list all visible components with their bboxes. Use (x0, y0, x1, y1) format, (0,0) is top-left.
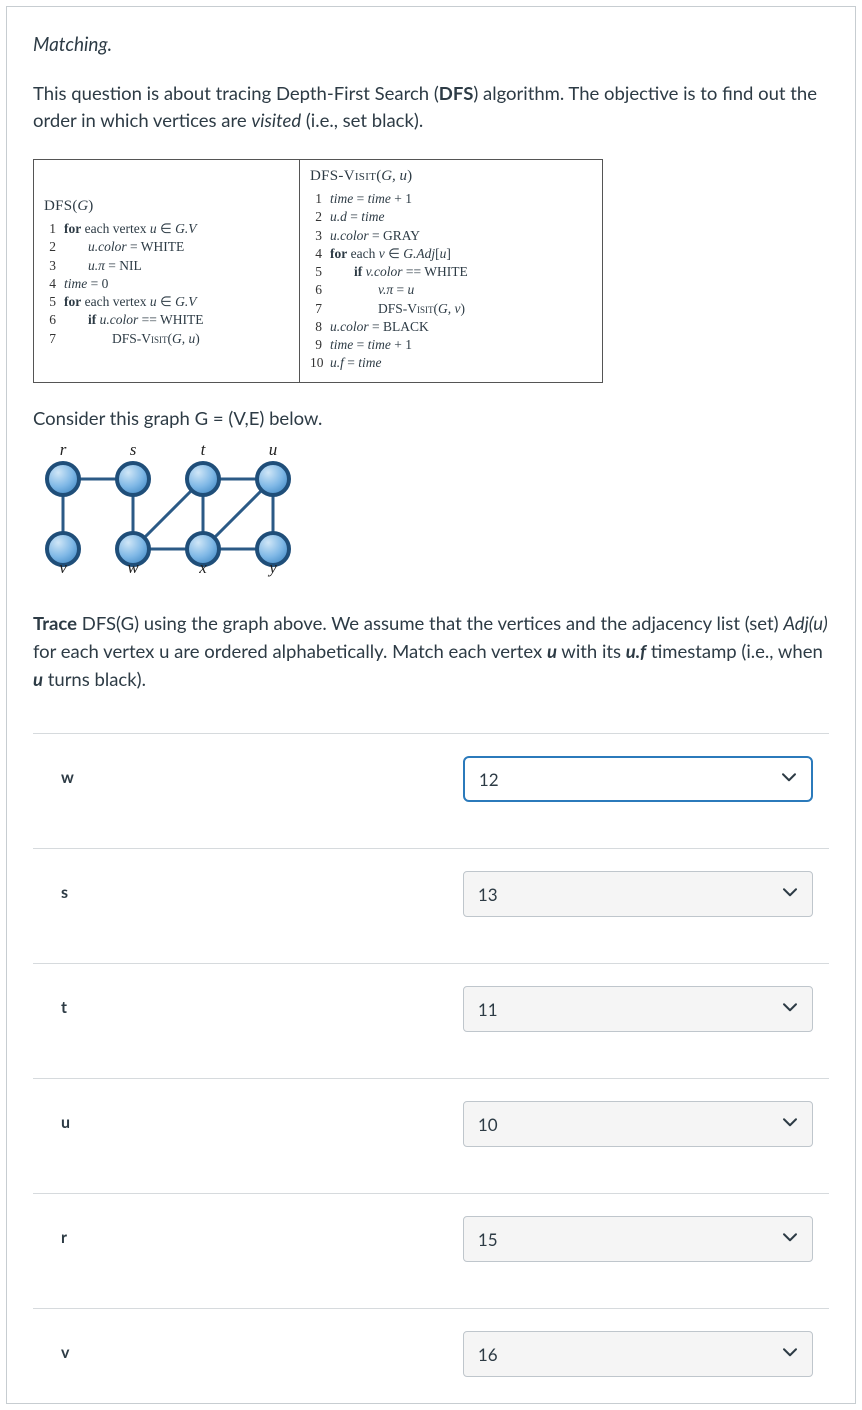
chevron-down-icon (782, 1342, 798, 1368)
match-row: r 15 (33, 1193, 829, 1308)
pseudocode-line: 3u.π = NIL (44, 257, 289, 275)
pseudocode-line: 4time = 0 (44, 275, 289, 293)
match-control: 16 (463, 1331, 829, 1377)
match-vertex-label: u (33, 1101, 463, 1135)
match-control: 10 (463, 1101, 829, 1147)
match-select-value: 11 (478, 997, 498, 1023)
graph-intro: Consider this graph G = (V,E) below. (33, 405, 829, 433)
pseudocode-line: 9time = time + 1 (310, 336, 592, 354)
pseudocode-line: 10u.f = time (310, 354, 592, 372)
match-vertex-label: w (33, 756, 463, 790)
pseudocode-line: 8u.color = BLACK (310, 318, 592, 336)
task-bold-italic: u.f (626, 640, 646, 662)
dfs-header: DFS(G) (44, 196, 289, 216)
graph-node-label: u (269, 443, 278, 459)
graph-node (257, 463, 289, 495)
match-row: w 12 (33, 733, 829, 848)
pseudocode-line: 1for each vertex u ∈ G.V (44, 220, 289, 238)
pseudocode-box: DFS(G) 1for each vertex u ∈ G.V2u.color … (33, 159, 603, 383)
pseudocode-line: 5if v.color == WHITE (310, 263, 592, 281)
match-select-value: 16 (478, 1342, 498, 1368)
chevron-down-icon (782, 1230, 798, 1246)
pseudocode-line: 2u.color = WHITE (44, 238, 289, 256)
match-vertex-label: t (33, 986, 463, 1020)
chevron-down-icon (782, 885, 798, 901)
question-intro: This question is about tracing Depth-Fir… (33, 80, 829, 136)
match-vertex-label: r (33, 1216, 463, 1250)
match-select[interactable]: 15 (463, 1216, 813, 1262)
graph-node-label: y (267, 558, 277, 577)
graph-node-label: x (198, 558, 207, 577)
task-text: DFS(G) using the graph above. We assume … (77, 612, 783, 634)
question-title: Matching. (33, 31, 829, 60)
graph-node (47, 463, 79, 495)
pseudocode-line: 5for each vertex u ∈ G.V (44, 293, 289, 311)
graph-node (187, 463, 219, 495)
chevron-down-icon (782, 1345, 798, 1361)
task-italic: Adj(u) (783, 612, 827, 634)
pseudocode-dfs: DFS(G) 1for each vertex u ∈ G.V2u.color … (34, 160, 300, 382)
task-text: turns black). (43, 668, 146, 690)
intro-text: (i.e., set black). (301, 109, 423, 131)
matching-table: w 12 s 13 t 11 u 10 r 15 v 16 (33, 733, 829, 1387)
intro-bold: DFS (439, 82, 474, 104)
chevron-down-icon (782, 1115, 798, 1131)
task-description: Trace DFS(G) using the graph above. We a… (33, 610, 829, 693)
chevron-down-icon (781, 767, 797, 793)
dfs-visit-header: DFS-Visit(G, u) (310, 166, 592, 186)
match-select[interactable]: 13 (463, 871, 813, 917)
pseudocode-line: 7DFS-Visit(G, v) (310, 300, 592, 318)
chevron-down-icon (782, 882, 798, 908)
intro-italic: visited (251, 109, 301, 131)
task-text: with its (557, 640, 626, 662)
graph-node (117, 463, 149, 495)
match-select[interactable]: 10 (463, 1101, 813, 1147)
chevron-down-icon (782, 997, 798, 1023)
match-select[interactable]: 16 (463, 1331, 813, 1377)
match-row: s 13 (33, 848, 829, 963)
match-row: t 11 (33, 963, 829, 1078)
intro-text: This question is about tracing Depth-Fir… (33, 82, 439, 104)
chevron-down-icon (782, 1227, 798, 1253)
graph-node-label: t (201, 443, 207, 459)
task-text: for each vertex u are ordered alphabetic… (33, 640, 547, 662)
pseudocode-line: 6v.π = u (310, 281, 592, 299)
match-select-value: 12 (479, 767, 499, 793)
match-select-value: 10 (478, 1112, 498, 1138)
task-bold: Trace (33, 612, 77, 634)
match-control: 11 (463, 986, 829, 1032)
question-container: Matching. This question is about tracing… (6, 6, 856, 1404)
match-select[interactable]: 11 (463, 986, 813, 1032)
task-bold-italic: u (547, 640, 557, 662)
pseudocode-line: 3u.color = GRAY (310, 227, 592, 245)
graph-node-label: v (59, 558, 67, 577)
match-select-value: 15 (478, 1227, 498, 1253)
match-select[interactable]: 12 (463, 756, 813, 802)
pseudocode-line: 7DFS-Visit(G, u) (44, 330, 289, 348)
match-row: v 16 (33, 1308, 829, 1387)
match-control: 13 (463, 871, 829, 917)
graph-diagram: r s t u v w x y (33, 443, 303, 583)
graph-node-label: w (127, 558, 139, 577)
pseudocode-line: 1time = time + 1 (310, 190, 592, 208)
pseudocode-line: 6if u.color == WHITE (44, 311, 289, 329)
match-control: 15 (463, 1216, 829, 1262)
match-row: u 10 (33, 1078, 829, 1193)
match-vertex-label: s (33, 871, 463, 905)
chevron-down-icon (782, 1000, 798, 1016)
pseudocode-line: 4for each v ∈ G.Adj[u] (310, 245, 592, 263)
graph-node-label: s (130, 443, 137, 459)
match-vertex-label: v (33, 1331, 463, 1365)
task-text: timestamp (i.e., when (646, 640, 823, 662)
match-control: 12 (463, 756, 829, 802)
chevron-down-icon (781, 770, 797, 786)
task-bold-italic: u (33, 668, 43, 690)
pseudocode-line: 2u.d = time (310, 208, 592, 226)
match-select-value: 13 (478, 882, 498, 908)
chevron-down-icon (782, 1112, 798, 1138)
graph-node-label: r (60, 443, 67, 459)
pseudocode-dfs-visit: DFS-Visit(G, u) 1time = time + 12u.d = t… (300, 160, 602, 382)
